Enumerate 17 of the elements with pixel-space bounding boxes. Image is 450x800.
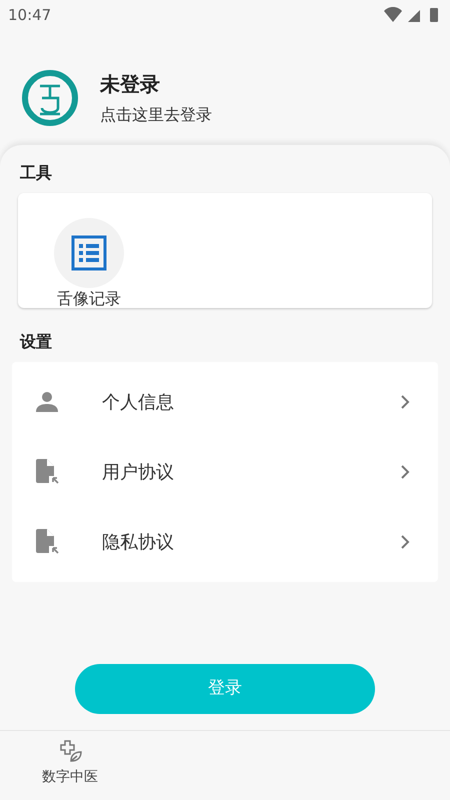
nav-tab[interactable]: 数字中医 (42, 739, 98, 795)
login-prompt[interactable]: 点击这里去登录 (100, 102, 212, 126)
person-icon (36, 392, 58, 412)
logo-icon (22, 70, 78, 126)
tool-item[interactable]: 舌像记录 (54, 218, 124, 308)
chevron-right-icon (400, 534, 410, 550)
settings-row[interactable]: 隐私协议 (12, 507, 438, 577)
chevron-right-icon (400, 394, 410, 410)
section-heading: 设置 (18, 331, 53, 353)
settings-row[interactable]: 个人信息 (12, 367, 438, 437)
chevron-right-icon (400, 464, 410, 480)
login-status-title: 未登录 (100, 70, 161, 98)
settings-row[interactable]: 用户协议 (12, 437, 438, 507)
status-time: 10:47 (8, 4, 52, 26)
document-arrow-icon (36, 529, 60, 555)
document-arrow-icon (36, 459, 60, 485)
section-heading: 工具 (19, 162, 53, 184)
